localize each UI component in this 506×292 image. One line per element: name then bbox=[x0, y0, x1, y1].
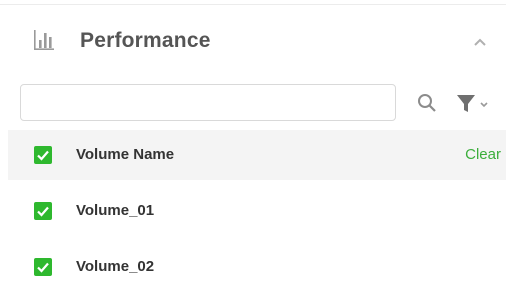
list-item[interactable]: Volume_02 bbox=[8, 242, 506, 292]
list-item-label: Volume_01 bbox=[76, 202, 155, 219]
filter-icon[interactable] bbox=[455, 92, 501, 116]
list-header-row: Volume Name Clear bbox=[8, 130, 506, 180]
clear-link[interactable]: Clear bbox=[465, 146, 501, 164]
search-icon[interactable] bbox=[415, 91, 439, 115]
volume-02-checkbox[interactable] bbox=[34, 258, 52, 276]
bar-chart-icon bbox=[33, 29, 55, 51]
column-header-volume-name: Volume Name bbox=[76, 146, 175, 163]
volume-01-checkbox[interactable] bbox=[34, 202, 52, 220]
select-all-checkbox[interactable] bbox=[34, 146, 52, 164]
search-row bbox=[0, 84, 506, 124]
chevron-up-icon[interactable] bbox=[468, 30, 492, 54]
panel-title: Performance bbox=[80, 29, 211, 52]
list-item-label: Volume_02 bbox=[76, 258, 155, 275]
list-item[interactable]: Volume_01 bbox=[8, 186, 506, 236]
top-divider bbox=[0, 4, 506, 5]
search-input[interactable] bbox=[20, 84, 396, 121]
performance-panel-header[interactable]: Performance bbox=[0, 18, 506, 68]
